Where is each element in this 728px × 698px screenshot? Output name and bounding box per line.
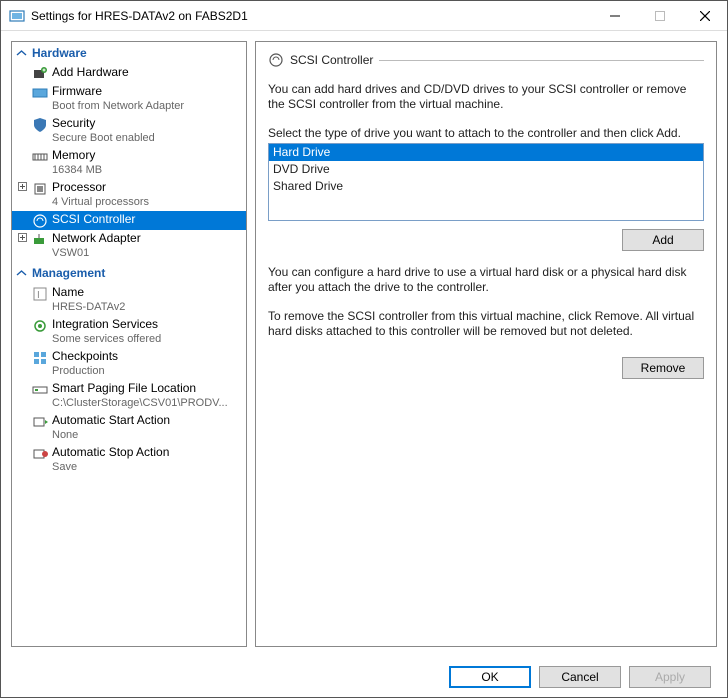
apply-button: Apply: [629, 666, 711, 688]
maximize-button: [637, 1, 682, 30]
memory-icon: [32, 149, 48, 165]
paging-icon: [32, 382, 48, 398]
drive-option-hard[interactable]: Hard Drive: [269, 144, 703, 161]
nav-firmware[interactable]: Firmware Boot from Network Adapter: [12, 83, 246, 115]
detail-panel: SCSI Controller You can add hard drives …: [255, 41, 717, 647]
intro-text: You can add hard drives and CD/DVD drive…: [268, 82, 704, 112]
window-title: Settings for HRES-DATAv2 on FABS2D1: [31, 9, 592, 23]
drive-option-dvd[interactable]: DVD Drive: [269, 161, 703, 178]
ok-button[interactable]: OK: [449, 666, 531, 688]
minimize-button[interactable]: [592, 1, 637, 30]
nav-autostart[interactable]: Automatic Start Action None: [12, 412, 246, 444]
autostart-icon: [32, 414, 48, 430]
section-hardware[interactable]: Hardware: [12, 42, 246, 64]
nav-network-adapter[interactable]: Network Adapter VSW01: [12, 230, 246, 262]
detail-title: SCSI Controller: [290, 53, 373, 67]
nav-integration[interactable]: Integration Services Some services offer…: [12, 316, 246, 348]
nav-processor[interactable]: Processor 4 Virtual processors: [12, 179, 246, 211]
close-button[interactable]: [682, 1, 727, 30]
nav-security[interactable]: Security Secure Boot enabled: [12, 115, 246, 147]
svg-text:I: I: [37, 290, 40, 301]
select-label: Select the type of drive you want to att…: [268, 126, 704, 141]
nav-add-hardware[interactable]: Add Hardware: [12, 64, 246, 83]
nav-tree[interactable]: Hardware Add Hardware Firmware Boot from…: [11, 41, 247, 647]
nav-memory[interactable]: Memory 16384 MB: [12, 147, 246, 179]
remove-text: To remove the SCSI controller from this …: [268, 309, 704, 339]
integration-icon: [32, 318, 48, 334]
nav-checkpoints[interactable]: Checkpoints Production: [12, 348, 246, 380]
expand-icon[interactable]: [16, 233, 28, 242]
config-text: You can configure a hard drive to use a …: [268, 265, 704, 295]
firmware-icon: [32, 85, 48, 101]
autostop-icon: [32, 446, 48, 462]
remove-button[interactable]: Remove: [622, 357, 704, 379]
network-icon: [32, 232, 48, 248]
drive-option-shared[interactable]: Shared Drive: [269, 178, 703, 195]
drive-type-list[interactable]: Hard Drive DVD Drive Shared Drive: [268, 143, 704, 221]
name-icon: I: [32, 286, 48, 302]
content-area: Hardware Add Hardware Firmware Boot from…: [1, 31, 727, 657]
section-management[interactable]: Management: [12, 262, 246, 284]
scsi-icon: [32, 213, 48, 229]
add-button[interactable]: Add: [622, 229, 704, 251]
nav-paging[interactable]: Smart Paging File Location C:\ClusterSto…: [12, 380, 246, 412]
processor-icon: [32, 181, 48, 197]
nav-autostop[interactable]: Automatic Stop Action Save: [12, 444, 246, 476]
chevron-up-icon: [16, 48, 28, 59]
chevron-up-icon: [16, 268, 28, 279]
app-icon: [9, 8, 25, 24]
nav-scsi-controller[interactable]: SCSI Controller: [12, 211, 246, 230]
scsi-header-icon: [268, 52, 284, 68]
add-hardware-icon: [32, 66, 48, 82]
shield-icon: [32, 117, 48, 133]
divider: [379, 60, 704, 61]
expand-icon[interactable]: [16, 182, 28, 191]
nav-name[interactable]: I Name HRES-DATAv2: [12, 284, 246, 316]
checkpoints-icon: [32, 350, 48, 366]
dialog-footer: OK Cancel Apply: [1, 657, 727, 697]
titlebar: Settings for HRES-DATAv2 on FABS2D1: [1, 1, 727, 31]
cancel-button[interactable]: Cancel: [539, 666, 621, 688]
settings-window: Settings for HRES-DATAv2 on FABS2D1 Hard…: [0, 0, 728, 698]
